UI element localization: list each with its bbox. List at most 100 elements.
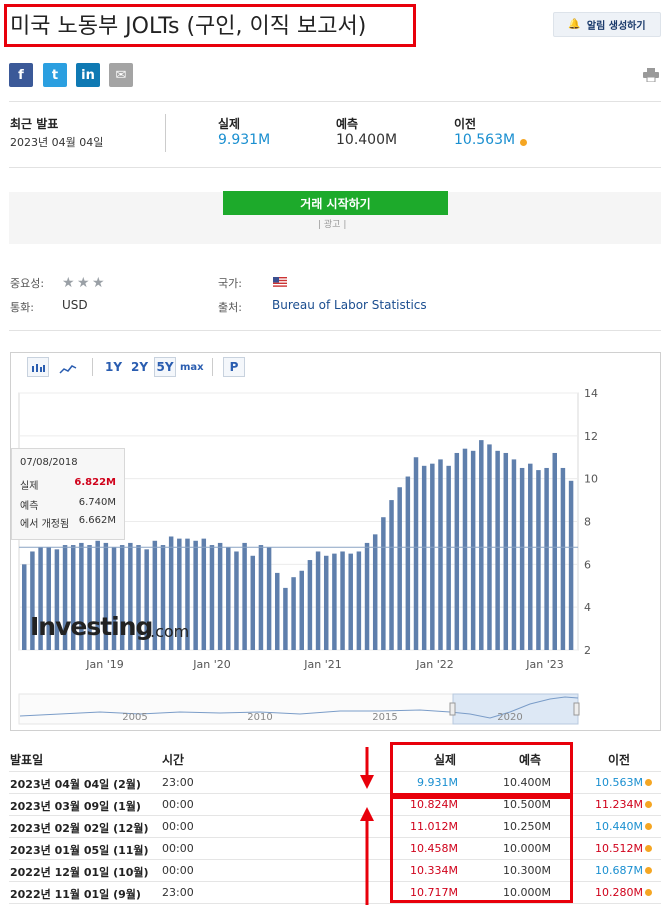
y-tick-label: 6 bbox=[584, 558, 591, 571]
chart-bar bbox=[307, 560, 313, 650]
cell-previous: 10.440M bbox=[595, 820, 643, 833]
cell-previous: 10.280M bbox=[595, 886, 643, 899]
chart-bar bbox=[258, 545, 264, 650]
status-dot-icon bbox=[645, 779, 652, 786]
tooltip-actual-value: 6.822M bbox=[74, 477, 116, 488]
chart-bar bbox=[397, 487, 402, 650]
chart-bar bbox=[234, 551, 239, 650]
tooltip-date: 07/08/2018 bbox=[20, 457, 78, 468]
chart-bar bbox=[446, 465, 451, 650]
tooltip-forecast-label: 예측 bbox=[20, 501, 39, 512]
chart-bar bbox=[356, 551, 362, 650]
navigator-year-label: 2010 bbox=[247, 712, 272, 723]
navigator-year-label: 2020 bbox=[497, 712, 522, 723]
chart-bar bbox=[528, 463, 533, 650]
chart-bar bbox=[479, 440, 484, 650]
cell-previous: 10.512M bbox=[595, 842, 643, 855]
chart-bar bbox=[470, 450, 476, 650]
cell-time: 23:00 bbox=[162, 886, 194, 899]
y-tick-label: 2 bbox=[584, 644, 591, 657]
chart-bar bbox=[275, 572, 280, 650]
cell-previous: 10.563M bbox=[595, 776, 643, 789]
cell-time: 00:00 bbox=[162, 820, 194, 833]
col-header-time: 시간 bbox=[162, 753, 185, 767]
y-tick-label: 10 bbox=[584, 473, 598, 486]
chart-bar bbox=[544, 467, 549, 650]
chart-bar bbox=[226, 547, 231, 650]
x-tick-label: Jan '22 bbox=[415, 658, 453, 671]
cell-time: 00:00 bbox=[162, 798, 194, 811]
chart-bar bbox=[283, 587, 288, 650]
navigator-year-label: 2005 bbox=[122, 712, 147, 723]
chart-bar bbox=[266, 547, 272, 650]
x-tick-label: Jan '23 bbox=[525, 658, 563, 671]
annotation-box-rows bbox=[390, 796, 573, 903]
chart-bar bbox=[536, 470, 541, 650]
y-tick-label: 8 bbox=[584, 516, 591, 529]
cell-release-date: 2023년 04월 04일 (2월) bbox=[10, 778, 141, 791]
chart-bar bbox=[348, 553, 353, 650]
cell-release-date: 2023년 01월 05일 (11월) bbox=[10, 844, 149, 857]
status-dot-icon bbox=[645, 845, 652, 852]
x-tick-label: Jan '19 bbox=[85, 658, 123, 671]
y-tick-label: 12 bbox=[584, 430, 598, 443]
chart-bar bbox=[332, 553, 337, 650]
chart-bar bbox=[340, 551, 345, 650]
cell-release-date: 2023년 03월 09일 (1월) bbox=[10, 800, 141, 813]
status-dot-icon bbox=[645, 823, 652, 830]
chart-bar bbox=[291, 577, 296, 650]
chart-bar bbox=[364, 542, 370, 650]
status-dot-icon bbox=[645, 889, 652, 896]
annotation-arrows-icon bbox=[360, 747, 374, 905]
chart-bar bbox=[193, 540, 198, 650]
navigator-handle-left bbox=[449, 702, 456, 716]
navigator-year-label: 2015 bbox=[372, 712, 397, 723]
chart-bar bbox=[462, 448, 468, 650]
investing-logo-suffix: .com bbox=[150, 622, 190, 641]
chart-bar bbox=[430, 463, 435, 650]
chart-bar bbox=[250, 555, 256, 650]
tooltip-actual-label: 실제 bbox=[20, 481, 39, 492]
col-header-previous: 이전 bbox=[608, 753, 631, 767]
chart-bar bbox=[560, 467, 566, 650]
col-header-date: 발표일 bbox=[10, 753, 44, 767]
chart-bar bbox=[217, 542, 223, 650]
chart-bar bbox=[438, 459, 443, 650]
status-dot-icon bbox=[645, 867, 652, 874]
x-tick-label: Jan '20 bbox=[192, 658, 230, 671]
chart-bar bbox=[519, 467, 525, 650]
chart-bar bbox=[242, 542, 247, 650]
tooltip-forecast-value: 6.740M bbox=[78, 497, 116, 508]
tooltip-revised-value: 6.662M bbox=[78, 515, 116, 526]
status-dot-icon bbox=[645, 801, 652, 808]
cell-time: 00:00 bbox=[162, 864, 194, 877]
chart-bar bbox=[209, 545, 215, 650]
chart-tooltip: 07/08/2018 실제 6.822M 예측 6.740M 에서 개정됨 6.… bbox=[11, 448, 125, 540]
investing-logo: Investing bbox=[30, 612, 153, 641]
chart-bar bbox=[381, 517, 386, 650]
chart-bar bbox=[323, 555, 329, 650]
chart-bar bbox=[389, 500, 394, 650]
chart-bar bbox=[22, 564, 27, 650]
navigator-handle-right bbox=[573, 702, 580, 716]
chart-bar bbox=[495, 450, 500, 650]
chart-bar bbox=[405, 476, 411, 650]
chart-bar bbox=[201, 538, 207, 650]
annotation-box-header bbox=[390, 742, 573, 796]
cell-release-date: 2022년 12월 01일 (10월) bbox=[10, 866, 149, 879]
tooltip-revised-label: 에서 개정됨 bbox=[20, 519, 70, 530]
y-tick-label: 4 bbox=[584, 601, 591, 614]
chart-bar bbox=[299, 570, 304, 650]
chart-bar bbox=[552, 452, 558, 650]
chart-bar bbox=[413, 457, 419, 650]
cell-release-date: 2023년 02월 02일 (12월) bbox=[10, 822, 149, 835]
y-tick-label: 14 bbox=[584, 387, 598, 400]
x-tick-label: Jan '21 bbox=[303, 658, 341, 671]
cell-time: 00:00 bbox=[162, 842, 194, 855]
cell-previous: 10.687M bbox=[595, 864, 643, 877]
cell-previous: 11.234M bbox=[595, 798, 643, 811]
chart-bar bbox=[568, 480, 574, 650]
table-row-divider bbox=[9, 903, 661, 904]
cell-time: 23:00 bbox=[162, 776, 194, 789]
cell-release-date: 2022년 11월 01일 (9월) bbox=[10, 888, 141, 901]
